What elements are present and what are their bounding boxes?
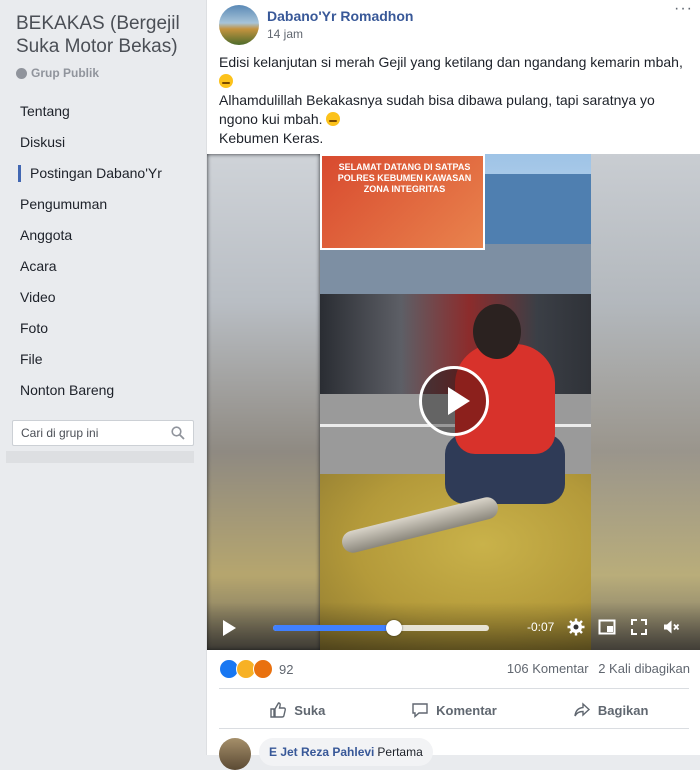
comment-button-label: Komentar: [436, 702, 497, 718]
divider: [219, 688, 689, 689]
sidebar-item-postingan[interactable]: Postingan Dabano'Yr: [0, 158, 205, 189]
sidebar-item-nonton-bareng[interactable]: Nonton Bareng: [0, 375, 205, 406]
play-overlay-button[interactable]: [419, 366, 489, 436]
time-remaining: -0:07: [527, 620, 555, 634]
more-options-icon[interactable]: ···: [674, 0, 693, 18]
divider: [219, 728, 689, 729]
like-button[interactable]: Suka: [219, 694, 376, 726]
sidebar-item-tentang[interactable]: Tentang: [0, 96, 205, 127]
sidebar-item-pengumuman[interactable]: Pengumuman: [0, 189, 205, 220]
post-text-line-3: Kebumen Keras.: [219, 130, 324, 146]
seek-handle[interactable]: [385, 620, 402, 636]
group-nav: Tentang Diskusi Postingan Dabano'Yr Peng…: [0, 96, 205, 406]
video-controls: -0:07: [207, 602, 700, 650]
commenter-avatar[interactable]: [219, 738, 251, 770]
post-text-line-1: Edisi kelanjutan si merah Gejil yang ket…: [219, 54, 683, 70]
post-card: Dabano'Yr Romadhon 14 jam ··· Edisi kela…: [206, 0, 700, 770]
video-person-head: [473, 304, 521, 359]
thumbs-up-icon: [270, 702, 287, 718]
comment-button[interactable]: Komentar: [376, 694, 533, 726]
sidebar: BEKAKAS (Bergejil Suka Motor Bekas) Grup…: [0, 0, 205, 755]
seek-bar[interactable]: [273, 620, 489, 636]
gear-icon[interactable]: [567, 618, 585, 636]
reaction-summary[interactable]: 92: [219, 659, 293, 679]
mute-icon[interactable]: [662, 618, 680, 636]
play-icon[interactable]: [223, 620, 236, 636]
share-icon: [574, 702, 590, 717]
comment-item: E Jet Reza Pahlevi Pertama: [219, 738, 699, 770]
commenter-name[interactable]: E Jet Reza Pahlevi: [269, 745, 374, 759]
video-roof: [470, 174, 591, 244]
share-count[interactable]: 2 Kali dibagikan: [598, 661, 690, 676]
post-actions: Suka Komentar Bagikan: [219, 694, 689, 726]
comment-text: Pertama: [377, 745, 423, 759]
like-button-label: Suka: [294, 702, 326, 718]
video-blur-left: [207, 154, 320, 650]
share-button-label: Bagikan: [597, 702, 649, 718]
post-author[interactable]: Dabano'Yr Romadhon: [267, 8, 413, 24]
post-text: Edisi kelanjutan si merah Gejil yang ket…: [219, 53, 689, 148]
sidebar-divider: [6, 451, 194, 463]
comment-count[interactable]: 106 Komentar: [507, 661, 589, 676]
fullscreen-icon[interactable]: [630, 618, 648, 636]
sidebar-item-diskusi[interactable]: Diskusi: [0, 127, 205, 158]
author-avatar[interactable]: [219, 5, 259, 45]
sidebar-item-acara[interactable]: Acara: [0, 251, 205, 282]
group-name[interactable]: BEKAKAS (Bergejil Suka Motor Bekas): [16, 12, 201, 58]
angry-reaction-icon: [253, 659, 273, 679]
disappointed-emoji-icon: [326, 112, 341, 126]
post-text-line-2: Alhamdulillah Bekakasnya sudah bisa diba…: [219, 92, 655, 127]
group-search-input[interactable]: [13, 421, 161, 445]
pensive-emoji-icon: [219, 74, 233, 88]
comment-bubble: E Jet Reza Pahlevi Pertama: [259, 738, 433, 766]
group-type-label: Grup Publik: [31, 66, 100, 80]
globe-icon: [16, 67, 27, 79]
video-blur-right: [591, 154, 700, 650]
seek-bar-progress: [273, 625, 394, 631]
group-search: [12, 420, 194, 446]
post-stats: 106 Komentar 2 Kali dibagikan: [501, 661, 690, 676]
share-button[interactable]: Bagikan: [532, 694, 689, 726]
search-icon[interactable]: [171, 426, 185, 440]
sidebar-item-video[interactable]: Video: [0, 282, 205, 313]
reaction-count: 92: [279, 661, 294, 677]
video-banner: SELAMAT DATANG DI SATPAS POLRES KEBUMEN …: [320, 154, 485, 250]
group-privacy: Grup Publik: [16, 66, 99, 80]
sidebar-item-anggota[interactable]: Anggota: [0, 220, 205, 251]
video-banner-text: SELAMAT DATANG DI SATPAS POLRES KEBUMEN …: [337, 162, 472, 194]
comment-icon: [412, 703, 428, 719]
sidebar-item-foto[interactable]: Foto: [0, 313, 205, 344]
post-timestamp[interactable]: 14 jam: [267, 27, 303, 41]
video-player[interactable]: SELAMAT DATANG DI SATPAS POLRES KEBUMEN …: [207, 154, 700, 650]
sidebar-item-file[interactable]: File: [0, 344, 205, 375]
picture-in-picture-icon[interactable]: [598, 618, 616, 636]
